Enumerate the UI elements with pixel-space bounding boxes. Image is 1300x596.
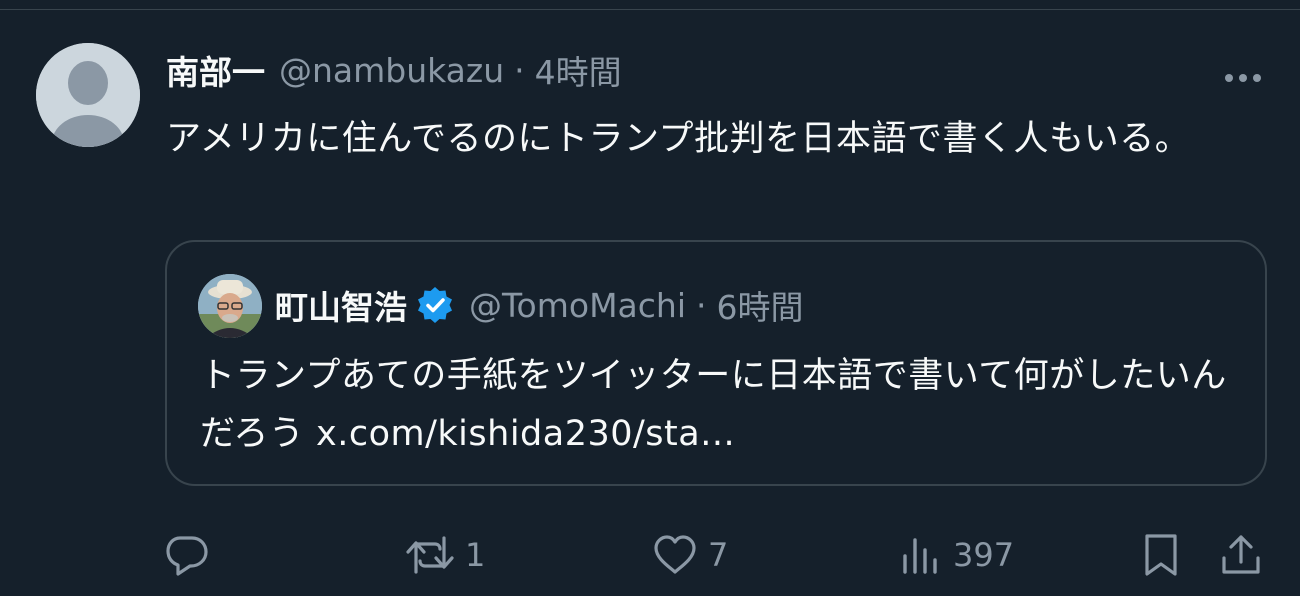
timestamp[interactable]: 4時間 (535, 46, 622, 94)
tweet[interactable]: 南部一 @nambukazu · 4時間 アメリカに住んでるのにトランプ批判を日… (0, 9, 1300, 596)
quote-display-name[interactable]: 町山智浩 (275, 281, 407, 329)
action-bar: 1 7 397 (0, 525, 1300, 585)
default-profile-icon (36, 43, 140, 147)
verified-badge-icon (415, 285, 455, 325)
views-count: 397 (953, 536, 1015, 574)
quote-tweet[interactable]: 町山智浩 @TomoMachi · 6時間 トランプあての手紙をツイッターに日本… (165, 240, 1267, 486)
quote-header: 町山智浩 @TomoMachi · 6時間 (275, 282, 804, 328)
tweet-header: 南部一 @nambukazu · 4時間 (166, 46, 622, 94)
more-icon (1225, 74, 1261, 82)
reply-icon (166, 536, 208, 576)
share-icon (1222, 535, 1260, 574)
retweet-icon (406, 536, 454, 574)
tweet-text: アメリカに住んでるのにトランプ批判を日本語で書く人もいる。 (166, 119, 1191, 159)
separator-dot: · (514, 50, 525, 90)
like-count: 7 (708, 536, 729, 574)
retweet-button[interactable]: 1 (405, 525, 485, 585)
retweet-count: 1 (465, 536, 486, 574)
share-button[interactable] (1218, 525, 1264, 585)
avatar[interactable] (36, 43, 140, 147)
heart-icon (654, 535, 696, 574)
bookmark-icon (1145, 534, 1177, 576)
user-handle[interactable]: @nambukazu (279, 51, 504, 90)
views-button[interactable]: 397 (897, 525, 1014, 585)
more-options-button[interactable] (1220, 58, 1266, 98)
display-name[interactable]: 南部一 (166, 46, 265, 94)
like-button[interactable]: 7 (652, 525, 728, 585)
bookmark-button[interactable] (1140, 525, 1182, 585)
reply-button[interactable] (164, 525, 220, 585)
quote-timestamp[interactable]: 6時間 (717, 281, 804, 329)
views-icon (903, 538, 937, 574)
quote-text: トランプあての手紙をツイッターに日本語で書いて何がしたいんだろう x.com/k… (200, 356, 1227, 454)
user-photo-icon (198, 274, 262, 338)
quote-avatar[interactable] (198, 274, 262, 338)
quote-separator-dot: · (696, 285, 707, 325)
quote-user-handle[interactable]: @TomoMachi (469, 286, 686, 325)
